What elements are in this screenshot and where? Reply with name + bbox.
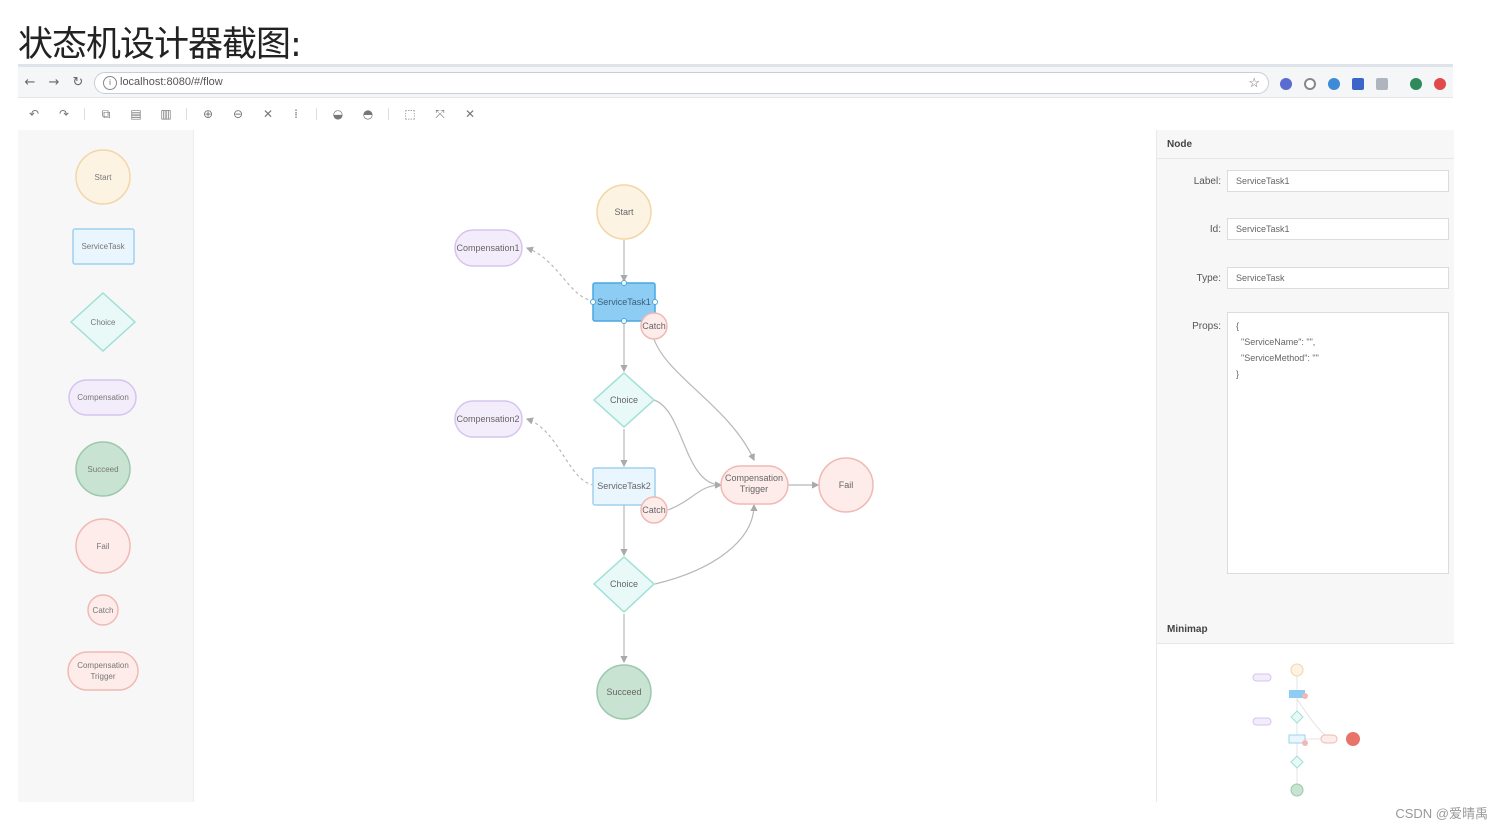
- extension-icon[interactable]: [1280, 78, 1292, 90]
- editor-toolbar: ↶ ↷ ⧉ ▤ ▥ ⊕ ⊖ ✕ ⁞ ◒ ◓ ⬚ ⤧ ✕: [18, 98, 1453, 131]
- url-text[interactable]: localhost:8080/#/flow: [120, 76, 223, 88]
- panel-divider: [1157, 158, 1454, 159]
- bookmark-star-icon[interactable]: ☆: [1248, 75, 1260, 91]
- edge[interactable]: [654, 503, 758, 585]
- svg-text:Fail: Fail: [839, 480, 854, 490]
- toolbar-divider: [316, 108, 317, 120]
- minimap-title: Minimap: [1167, 624, 1208, 635]
- svg-text:Compensation: Compensation: [77, 661, 129, 670]
- node-fail[interactable]: Fail: [818, 457, 874, 513]
- props-textarea[interactable]: { "ServiceName": "", "ServiceMethod": ""…: [1227, 312, 1449, 574]
- svg-text:Fail: Fail: [97, 542, 110, 551]
- address-bar[interactable]: i localhost:8080/#/flow ☆: [94, 72, 1269, 94]
- send-to-back-icon[interactable]: ◓: [360, 106, 376, 122]
- edge[interactable]: [652, 335, 755, 462]
- toolbar-divider: [388, 108, 389, 120]
- zoom-out-icon[interactable]: ⊖: [230, 106, 246, 122]
- label-field[interactable]: ServiceTask1: [1227, 170, 1449, 192]
- label-caption: Label:: [1193, 176, 1221, 187]
- palette-item-catch[interactable]: Catch: [87, 594, 119, 626]
- svg-text:Succeed: Succeed: [87, 465, 118, 474]
- svg-text:Start: Start: [614, 207, 634, 217]
- svg-text:Compensation2: Compensation2: [456, 414, 519, 424]
- node-choice-2[interactable]: Choice: [592, 555, 656, 614]
- type-caption: Type:: [1196, 273, 1221, 284]
- extension-icon[interactable]: [1352, 78, 1364, 90]
- node-start[interactable]: Start: [596, 184, 652, 240]
- props-caption: Props:: [1192, 321, 1221, 332]
- copy-icon[interactable]: ⧉: [98, 106, 114, 122]
- undo-icon[interactable]: ↶: [26, 106, 42, 122]
- paste-icon[interactable]: ▤: [128, 106, 144, 122]
- zoom-in-icon[interactable]: ⊕: [200, 106, 216, 122]
- node-catch-1[interactable]: Catch: [640, 312, 668, 340]
- svg-text:ServiceTask2: ServiceTask2: [597, 481, 651, 491]
- minimap[interactable]: [1157, 644, 1454, 802]
- back-arrow-icon[interactable]: ←: [22, 75, 38, 91]
- edge[interactable]: [667, 481, 723, 511]
- svg-text:Catch: Catch: [642, 321, 666, 331]
- fit-view-icon[interactable]: ✕: [260, 106, 276, 122]
- svg-text:Start: Start: [95, 173, 113, 182]
- node-compensation-1[interactable]: Compensation1: [454, 229, 523, 267]
- flow-edges: [525, 240, 820, 664]
- redo-icon[interactable]: ↷: [56, 106, 72, 122]
- svg-text:ServiceTask: ServiceTask: [81, 242, 125, 251]
- delete-icon[interactable]: ▥: [158, 106, 174, 122]
- palette-item-compensation-trigger[interactable]: Compensation Trigger: [67, 651, 139, 691]
- node-palette: Start ServiceTask Choice Compensation Su…: [18, 130, 194, 802]
- extension-icon[interactable]: [1434, 78, 1446, 90]
- id-caption: Id:: [1209, 224, 1221, 235]
- toolbar-divider: [84, 108, 85, 120]
- svg-text:Trigger: Trigger: [740, 484, 768, 494]
- node-compensation-2[interactable]: Compensation2: [454, 400, 523, 438]
- palette-item-start[interactable]: Start: [75, 149, 131, 205]
- palette-item-service-task[interactable]: ServiceTask: [72, 228, 135, 265]
- svg-text:Catch: Catch: [93, 606, 114, 615]
- toolbar-divider: [186, 108, 187, 120]
- compensation-edge[interactable]: [525, 417, 595, 486]
- svg-text:Succeed: Succeed: [606, 687, 641, 697]
- app-screenshot: ← → ↻ i localhost:8080/#/flow ☆ ↶ ↷ ⧉ ▤ …: [18, 64, 1454, 802]
- svg-text:Compensation: Compensation: [725, 473, 783, 483]
- svg-text:Compensation: Compensation: [77, 393, 129, 402]
- node-compensation-trigger[interactable]: Compensation Trigger: [720, 465, 789, 505]
- extension-icon[interactable]: [1304, 78, 1316, 90]
- actual-size-icon[interactable]: ⁞: [288, 106, 304, 122]
- svg-text:Choice: Choice: [610, 579, 638, 589]
- site-info-icon[interactable]: i: [103, 76, 117, 90]
- svg-text:ServiceTask1: ServiceTask1: [597, 297, 651, 307]
- palette-item-fail[interactable]: Fail: [75, 518, 131, 574]
- extension-icon[interactable]: [1376, 78, 1388, 90]
- palette-item-compensation[interactable]: Compensation: [68, 379, 137, 416]
- properties-panel: Node Label: ServiceTask1 Id: ServiceTask…: [1156, 130, 1454, 802]
- extension-icon[interactable]: [1328, 78, 1340, 90]
- svg-text:Trigger: Trigger: [90, 672, 115, 681]
- multi-select-icon[interactable]: ⬚: [402, 106, 418, 122]
- svg-text:Choice: Choice: [91, 318, 116, 327]
- node-catch-2[interactable]: Catch: [640, 496, 668, 524]
- palette-item-succeed[interactable]: Succeed: [75, 441, 131, 497]
- ungroup-icon[interactable]: ✕: [462, 106, 478, 122]
- svg-text:Catch: Catch: [642, 505, 666, 515]
- browser-chrome: ← → ↻ i localhost:8080/#/flow ☆: [18, 64, 1453, 98]
- node-panel-title: Node: [1167, 139, 1192, 150]
- type-field[interactable]: ServiceTask: [1227, 267, 1449, 289]
- csdn-watermark: CSDN @爱晴禹: [1395, 806, 1488, 821]
- node-choice-1[interactable]: Choice: [592, 371, 656, 429]
- account-avatar-icon[interactable]: [1410, 78, 1422, 90]
- compensation-edge[interactable]: [525, 246, 595, 302]
- page-heading: 状态机设计器截图:: [18, 25, 302, 65]
- node-succeed[interactable]: Succeed: [596, 664, 652, 720]
- svg-text:Compensation1: Compensation1: [456, 243, 519, 253]
- edge[interactable]: [653, 399, 723, 489]
- flow-canvas[interactable]: Start Compensation1 ServiceTask1 Catch C: [194, 130, 1156, 802]
- add-group-icon[interactable]: ⤧: [432, 106, 448, 122]
- reload-icon[interactable]: ↻: [70, 75, 86, 91]
- id-field[interactable]: ServiceTask1: [1227, 218, 1449, 240]
- palette-item-choice[interactable]: Choice: [69, 291, 137, 353]
- svg-text:Choice: Choice: [610, 395, 638, 405]
- bring-to-front-icon[interactable]: ◒: [330, 106, 346, 122]
- forward-arrow-icon[interactable]: →: [46, 75, 62, 91]
